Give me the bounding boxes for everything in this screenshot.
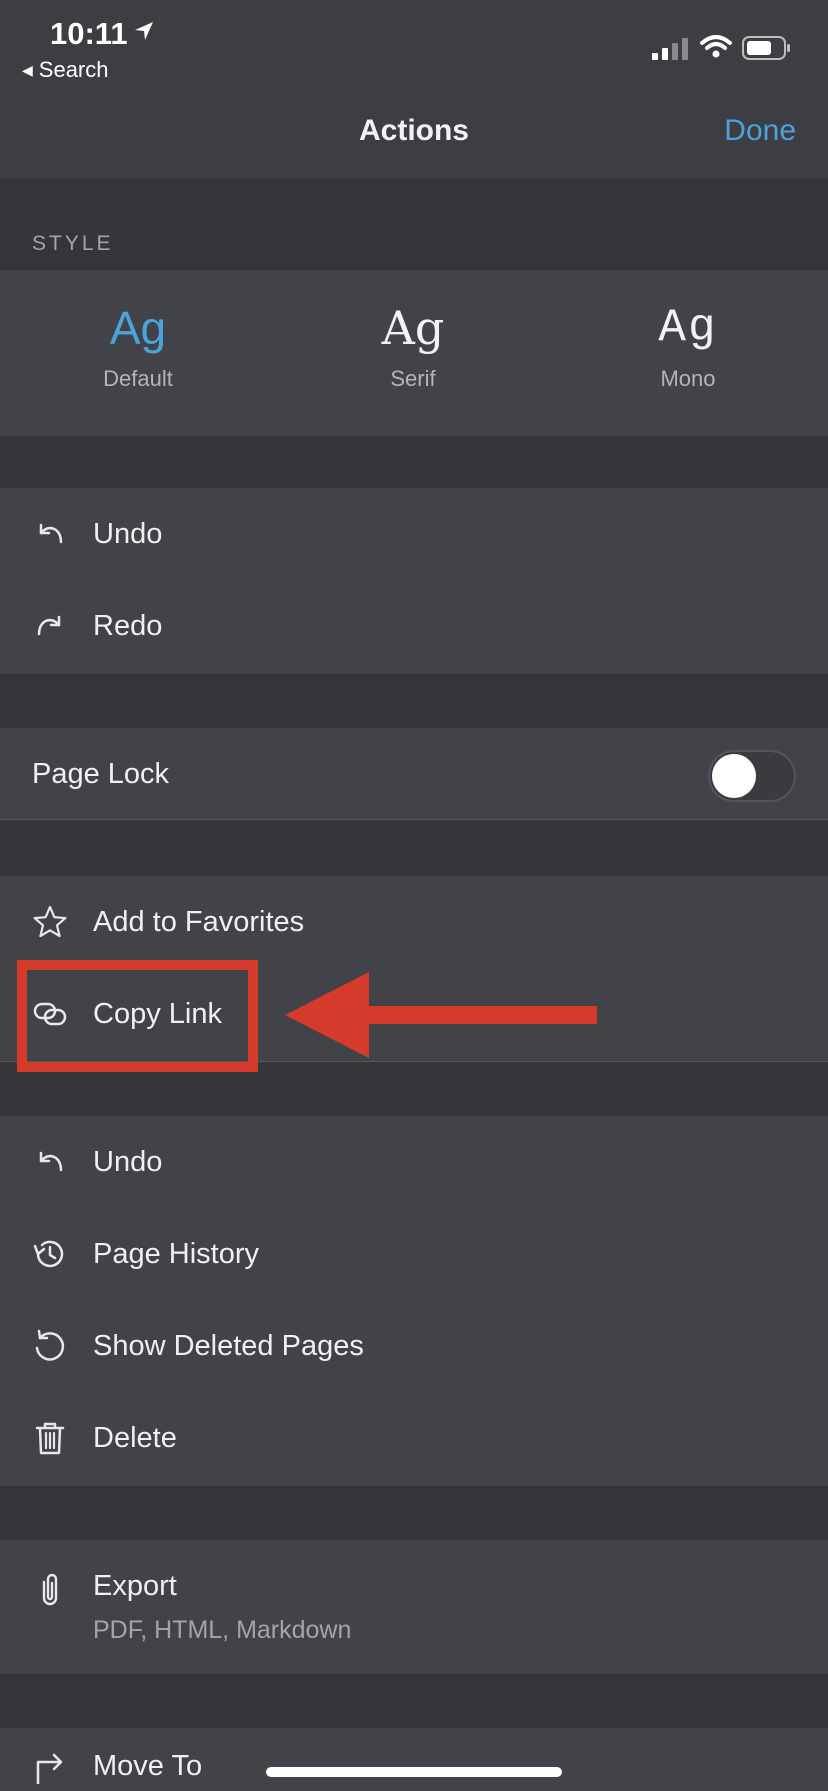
annotation-arrow-icon bbox=[285, 972, 597, 1058]
status-time: 10:11 bbox=[50, 16, 128, 51]
style-label-default: Default bbox=[103, 366, 173, 391]
undo-label-2: Undo bbox=[93, 1146, 163, 1178]
page-lock-row: Page Lock bbox=[0, 728, 828, 820]
done-button[interactable]: Done bbox=[724, 114, 796, 148]
battery-icon bbox=[742, 36, 790, 60]
page-lock-label: Page Lock bbox=[32, 758, 170, 790]
redo-row[interactable]: Redo bbox=[0, 580, 828, 672]
delete-row[interactable]: Delete bbox=[0, 1392, 828, 1484]
toggle-knob bbox=[712, 754, 756, 798]
move-to-group: Move To bbox=[0, 1728, 828, 1791]
star-icon bbox=[33, 905, 67, 938]
move-to-row[interactable]: Move To bbox=[0, 1728, 828, 1791]
style-label-mono: Mono bbox=[660, 366, 716, 391]
page-history-label: Page History bbox=[93, 1238, 260, 1270]
edit-group: Undo Redo bbox=[0, 488, 828, 674]
style-option-mono[interactable]: Ag Mono bbox=[588, 300, 788, 392]
show-deleted-pages-row[interactable]: Show Deleted Pages bbox=[0, 1300, 828, 1392]
export-group: Export PDF, HTML, Markdown bbox=[0, 1540, 828, 1674]
back-triangle-icon: ◀ bbox=[22, 62, 33, 78]
redo-icon bbox=[37, 615, 61, 636]
nav-bar: Actions Done bbox=[0, 90, 828, 178]
style-section-label: STYLE bbox=[32, 232, 114, 255]
show-deleted-pages-label: Show Deleted Pages bbox=[93, 1330, 364, 1362]
add-to-favorites-row[interactable]: Add to Favorites bbox=[0, 876, 828, 968]
cellular-signal-icon bbox=[652, 38, 688, 60]
add-to-favorites-label: Add to Favorites bbox=[93, 906, 305, 938]
style-picker: Ag Default Ag Serif Ag Mono bbox=[0, 270, 828, 436]
status-bar: 10:11 ◀ Search bbox=[0, 0, 828, 90]
undo-row[interactable]: Undo bbox=[0, 488, 828, 580]
style-sample-mono: Ag bbox=[658, 302, 718, 354]
page-lock-group: Page Lock bbox=[0, 728, 828, 820]
style-sample-default: Ag bbox=[109, 302, 167, 354]
export-label: Export bbox=[93, 1570, 177, 1602]
undo-icon bbox=[39, 523, 63, 544]
paperclip-icon bbox=[42, 1573, 58, 1606]
style-sample-serif: Ag bbox=[381, 301, 445, 355]
export-row[interactable]: Export PDF, HTML, Markdown bbox=[0, 1540, 828, 1674]
page-lock-toggle[interactable] bbox=[708, 750, 796, 802]
style-option-serif[interactable]: Ag Serif bbox=[313, 300, 513, 392]
location-arrow-icon bbox=[135, 22, 153, 40]
delete-label: Delete bbox=[93, 1422, 177, 1454]
redo-label: Redo bbox=[93, 610, 163, 642]
home-indicator[interactable] bbox=[266, 1767, 562, 1777]
move-to-label: Move To bbox=[93, 1750, 203, 1782]
restore-icon bbox=[35, 1329, 65, 1361]
page-title: Actions bbox=[358, 114, 469, 147]
history-icon bbox=[33, 1240, 64, 1268]
wifi-icon bbox=[700, 35, 732, 58]
undo-icon bbox=[39, 1151, 63, 1172]
move-arrow-icon bbox=[36, 1753, 63, 1784]
export-subtitle: PDF, HTML, Markdown bbox=[93, 1616, 352, 1644]
page-history-row[interactable]: Page History bbox=[0, 1208, 828, 1300]
back-search-label: Search bbox=[38, 57, 109, 82]
annotation-highlight-box bbox=[17, 960, 258, 1072]
style-label-serif: Serif bbox=[390, 366, 436, 391]
history-group: Undo Page History Show Deleted Pages Del… bbox=[0, 1116, 828, 1486]
trash-icon bbox=[35, 1422, 65, 1455]
undo-row-2[interactable]: Undo bbox=[0, 1116, 828, 1208]
back-to-search-link[interactable]: ◀ Search bbox=[22, 57, 109, 83]
undo-label: Undo bbox=[93, 518, 163, 550]
style-option-default[interactable]: Ag Default bbox=[38, 300, 238, 392]
